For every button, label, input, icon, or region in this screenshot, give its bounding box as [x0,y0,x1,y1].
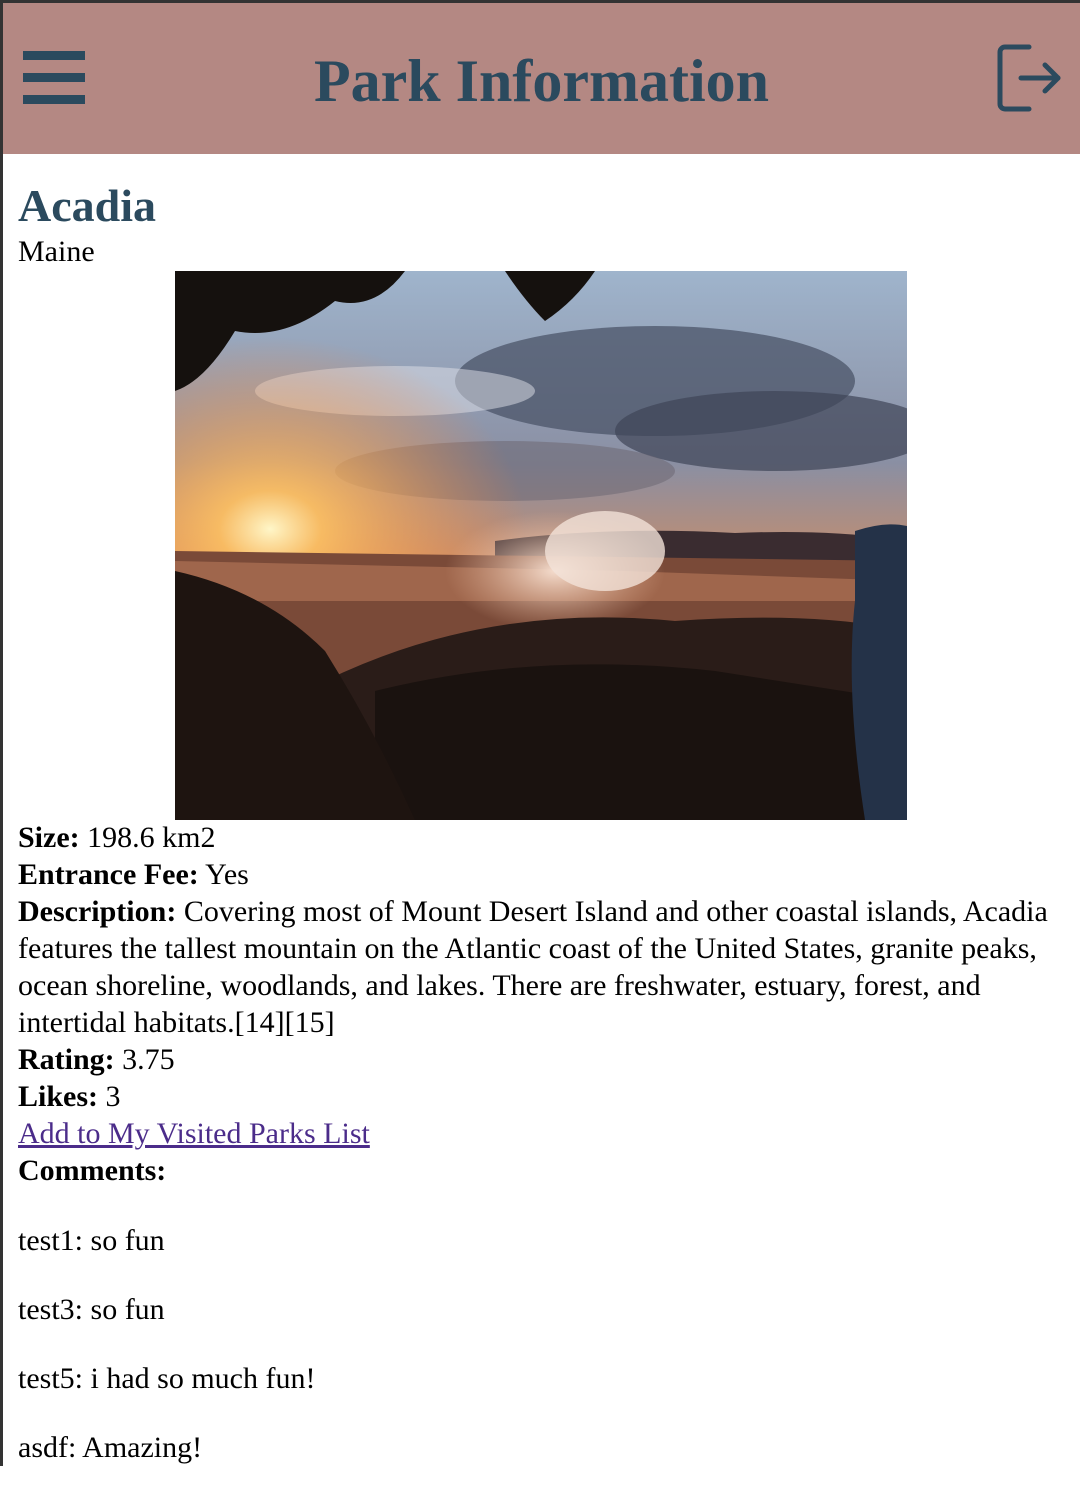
park-details: Size: 198.6 km2 Entrance Fee: Yes Descri… [18,819,1058,1189]
comment-text: so fun [90,1293,165,1326]
likes-row: Likes: 3 [18,1078,1058,1115]
page-title: Park Information [314,48,769,114]
park-state: Maine [18,235,95,268]
description-row: Description: Covering most of Mount Dese… [18,893,1058,1041]
comment-item: asdf: Amazing! [18,1431,203,1464]
park-photo [175,271,935,820]
comments-list: test1: so fun test3: so fun test5: i had… [18,1222,1058,1498]
size-value: 198.6 km2 [87,821,216,854]
rating-row: Rating: 3.75 [18,1041,1058,1078]
comment-text: so fun [90,1224,165,1257]
likes-label: Likes: [18,1080,99,1113]
park-header: Acadia Maine [18,178,1068,270]
size-label: Size: [18,821,80,854]
size-row: Size: 198.6 km2 [18,819,1058,856]
park-name: Acadia [18,180,156,231]
comments-heading: Comments: [18,1154,167,1187]
top-app-bar: Park Information [3,3,1080,154]
comment-item: test3: so fun [18,1293,165,1326]
comment-item: test5: i had so much fun! [18,1362,316,1395]
likes-value: 3 [105,1080,121,1113]
entrance-fee-label: Entrance Fee: [18,858,199,891]
comment-text: Amazing! [82,1431,203,1464]
rating-value: 3.75 [122,1043,175,1076]
comment-text: i had so much fun! [90,1362,316,1395]
comment-user: test3 [18,1293,75,1326]
entrance-fee-value: Yes [205,858,249,891]
description-label: Description: [18,895,177,928]
rating-label: Rating: [18,1043,115,1076]
comment-user: test1 [18,1224,75,1257]
comment-user: test5 [18,1362,75,1395]
logout-icon[interactable] [995,43,1065,113]
add-to-visited-link[interactable]: Add to My Visited Parks List [18,1117,370,1150]
entrance-fee-row: Entrance Fee: Yes [18,856,1058,893]
comment-user: asdf [18,1431,68,1464]
comment-item: test1: so fun [18,1224,165,1257]
